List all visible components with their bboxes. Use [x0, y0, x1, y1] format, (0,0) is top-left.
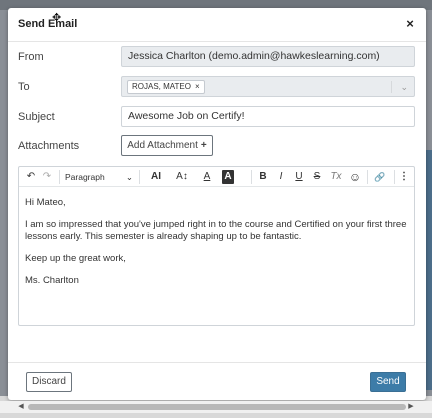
underline-icon[interactable]: U	[293, 170, 305, 184]
font-color-icon[interactable]: A	[197, 170, 217, 184]
toolbar-divider	[367, 170, 368, 184]
editor-body[interactable]: Hi Mateo, I am so impressed that you've …	[25, 197, 410, 297]
paragraph-format-select[interactable]: Paragraph ⌄	[65, 170, 135, 184]
to-recipient-select[interactable]: ROJAS, MATEO × ⌄	[121, 76, 415, 97]
send-button[interactable]: Send	[370, 372, 406, 392]
undo-icon[interactable]: ↶	[25, 170, 37, 184]
dialog-header: Send Email ✥ ×	[8, 8, 426, 42]
horizontal-scrollbar[interactable]: ◀ ▶	[0, 401, 432, 413]
toolbar-divider	[394, 170, 395, 184]
highlight-color-icon[interactable]: A	[222, 170, 234, 184]
email-paragraph: I am so impressed that you've jumped rig…	[25, 219, 407, 242]
recipient-tag-name: ROJAS, MATEO	[132, 82, 191, 91]
paragraph-format-label: Paragraph	[65, 172, 105, 182]
scroll-right-icon[interactable]: ▶	[406, 402, 416, 412]
subject-input[interactable]: Awesome Job on Certify!	[121, 106, 415, 127]
toolbar-divider	[59, 170, 60, 184]
line-height-icon[interactable]: A↕	[171, 170, 193, 184]
scrollbar-thumb[interactable]	[28, 404, 406, 410]
toolbar-divider	[139, 170, 140, 184]
add-attachment-label: Add Attachment	[127, 140, 198, 151]
chevron-down-icon: ⌄	[125, 172, 133, 182]
redo-icon[interactable]: ↷	[41, 170, 53, 184]
more-options-icon[interactable]: ⋮	[399, 170, 409, 184]
subject-label: Subject	[18, 111, 55, 123]
email-closing: Keep up the great work,	[25, 253, 126, 264]
remove-recipient-icon[interactable]: ×	[195, 82, 200, 91]
email-greeting: Hi Mateo,	[25, 197, 66, 208]
editor-toolbar: ↶ ↷ Paragraph ⌄ AI A↕ A A B I U S Tx ☺ 🔗…	[19, 167, 414, 187]
bold-icon[interactable]: B	[257, 170, 269, 184]
send-email-dialog: Send Email ✥ × From Jessica Charlton (de…	[8, 8, 426, 400]
add-attachment-button[interactable]: Add Attachment +	[121, 135, 213, 156]
plus-icon: +	[200, 140, 207, 151]
from-field[interactable]: Jessica Charlton (demo.admin@hawkeslearn…	[121, 46, 415, 67]
close-button[interactable]: ×	[402, 16, 418, 32]
link-icon[interactable]: 🔗	[372, 170, 388, 184]
strikethrough-icon[interactable]: S	[311, 170, 323, 184]
scroll-left-icon[interactable]: ◀	[16, 402, 26, 412]
emoji-icon[interactable]: ☺	[348, 170, 362, 184]
discard-button[interactable]: Discard	[26, 372, 72, 392]
clear-formatting-icon[interactable]: Tx	[329, 170, 343, 184]
dropdown-separator	[391, 81, 392, 93]
to-label: To	[18, 81, 30, 93]
rich-text-editor[interactable]: ↶ ↷ Paragraph ⌄ AI A↕ A A B I U S Tx ☺ 🔗…	[18, 166, 415, 326]
toolbar-divider	[251, 170, 252, 184]
from-label: From	[18, 51, 44, 63]
footer-divider	[8, 362, 426, 363]
email-signature: Ms. Charlton	[25, 275, 79, 286]
font-size-icon[interactable]: AI	[145, 170, 167, 184]
attachments-label: Attachments	[18, 140, 80, 152]
italic-icon[interactable]: I	[275, 170, 287, 184]
chevron-down-icon[interactable]: ⌄	[400, 78, 408, 97]
recipient-tag: ROJAS, MATEO ×	[127, 80, 205, 94]
move-cursor-icon: ✥	[52, 12, 62, 24]
dialog-title: Send Email	[18, 18, 78, 30]
